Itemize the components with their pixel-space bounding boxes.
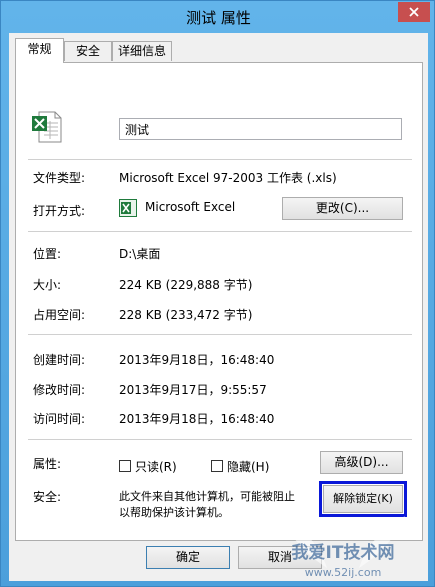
advanced-button[interactable]: 高级(D)...: [320, 451, 403, 474]
unblock-button[interactable]: 解除锁定(K): [323, 485, 403, 513]
window-title: 测试 属性: [186, 9, 251, 27]
cancel-button[interactable]: 取消: [238, 546, 322, 569]
excel-app-icon: [119, 199, 137, 217]
created-value: 2013年9月18日，16:48:40: [119, 353, 275, 367]
size-value: 224 KB (229,888 字节): [119, 278, 253, 292]
close-icon: [409, 7, 419, 17]
location-label: 位置:: [33, 247, 62, 261]
tab-general[interactable]: 常规: [15, 38, 64, 63]
file-type-value: Microsoft Excel 97-2003 工作表 (.xls): [119, 171, 337, 185]
modified-label: 修改时间:: [33, 383, 86, 397]
change-button[interactable]: 更改(C)...: [282, 197, 403, 220]
title-bar[interactable]: 测试 属性: [1, 1, 435, 34]
opens-with-label: 打开方式:: [33, 204, 86, 218]
created-label: 创建时间:: [33, 353, 86, 367]
file-type-label: 文件类型:: [33, 171, 86, 185]
dialog-body: 常规 安全 详细信息 文件类型: Microsoft Excel 97-2003…: [9, 33, 428, 581]
excel-file-icon: [32, 111, 62, 143]
properties-window: 测试 属性 常规 安全 详细信息 文: [0, 0, 435, 587]
security-label: 安全:: [33, 490, 62, 504]
security-text-line2: 以帮助保护该计算机。: [119, 506, 229, 519]
tab-security[interactable]: 安全: [64, 41, 112, 61]
close-button[interactable]: [398, 2, 430, 22]
file-name-input[interactable]: [119, 118, 402, 140]
readonly-checkbox[interactable]: [119, 460, 131, 472]
separator: [28, 334, 412, 335]
accessed-value: 2013年9月18日，16:48:40: [119, 412, 275, 426]
size-label: 大小:: [33, 278, 62, 292]
separator: [28, 231, 412, 232]
attributes-label: 属性:: [33, 457, 62, 471]
separator: [28, 159, 412, 160]
tab-details[interactable]: 详细信息: [112, 41, 172, 61]
size-on-disk-label: 占用空间:: [33, 308, 86, 322]
location-value: D:\桌面: [119, 247, 161, 261]
ok-button[interactable]: 确定: [146, 546, 230, 569]
general-tab-panel: 文件类型: Microsoft Excel 97-2003 工作表 (.xls)…: [15, 62, 423, 541]
readonly-label[interactable]: 只读(R): [135, 458, 177, 475]
opens-with-value: Microsoft Excel: [145, 200, 236, 214]
security-text-line1: 此文件来自其他计算机，可能被阻止: [119, 490, 295, 503]
accessed-label: 访问时间:: [33, 412, 86, 426]
size-on-disk-value: 228 KB (233,472 字节): [119, 308, 253, 322]
hidden-label[interactable]: 隐藏(H): [227, 458, 269, 475]
hidden-checkbox[interactable]: [211, 460, 223, 472]
separator: [28, 439, 412, 440]
modified-value: 2013年9月17日，9:55:57: [119, 383, 267, 397]
